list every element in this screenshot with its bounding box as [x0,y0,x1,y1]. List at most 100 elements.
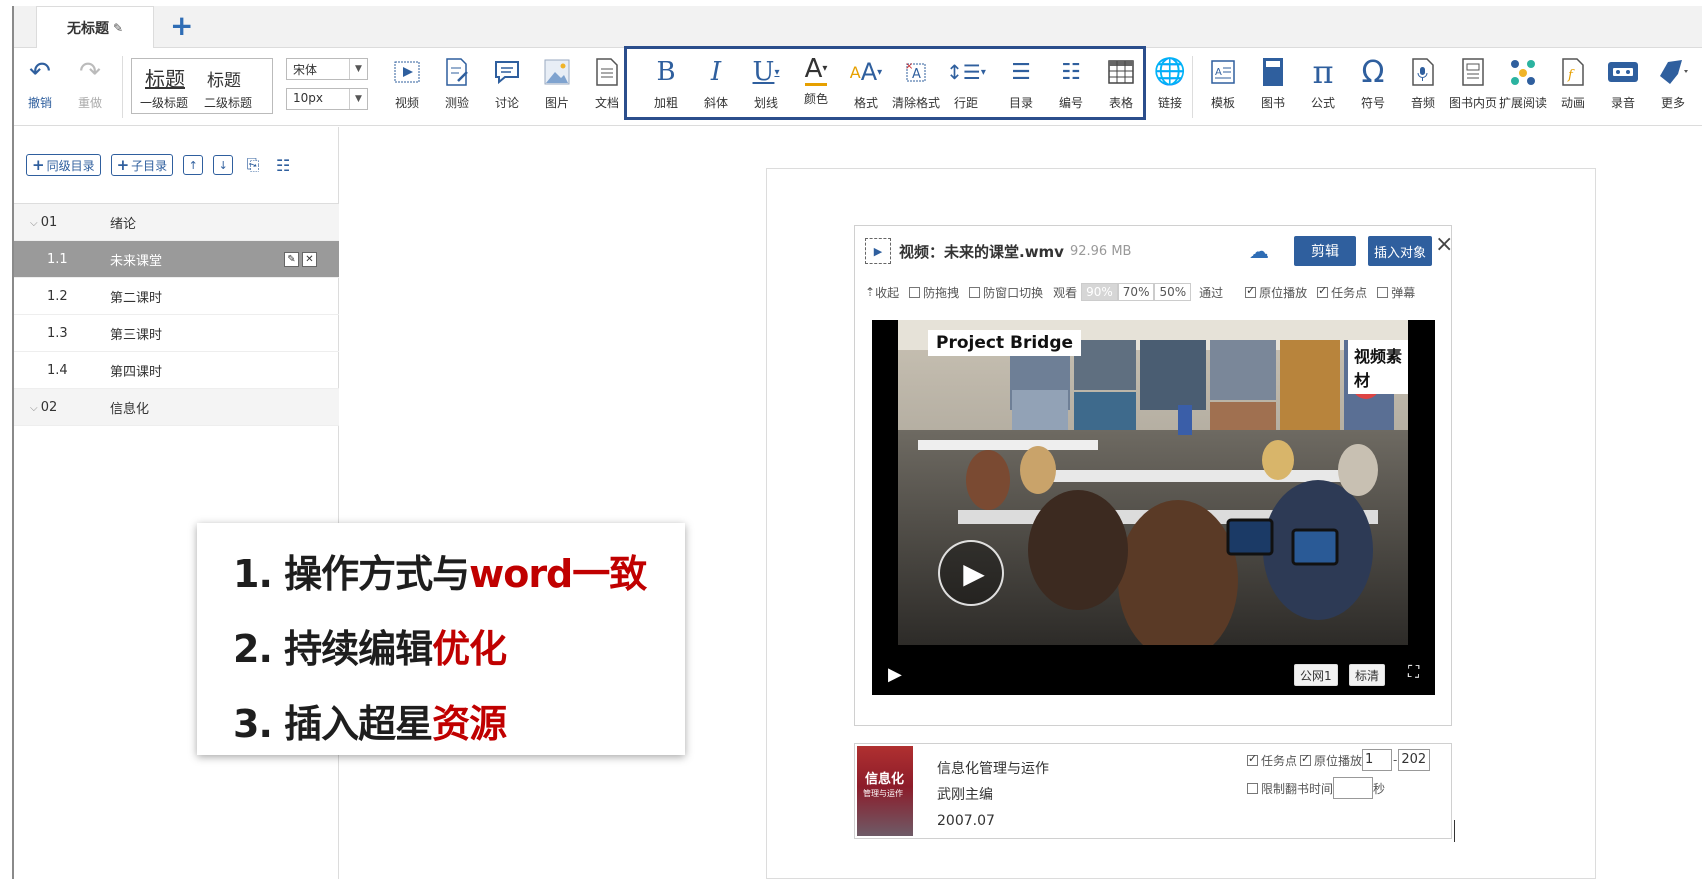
callout-line-1: 1. 操作方式与word一致 [233,552,647,596]
tab-title: 无标题 [66,21,109,37]
font-size-select[interactable]: 10px ▼ [286,88,368,110]
network-select[interactable]: 公网1 [1294,664,1338,686]
undo-label: 撤销 [27,96,52,110]
video-object[interactable]: ▶ 视频：未来的课堂.wmv 92.96 MB ☁ 剪辑 插入对象 × ⇡ 收起 … [854,225,1453,726]
video-player[interactable]: Project Bridge 视频素材 ▶ ▶ 公网1 标清 ⛶ [872,320,1435,695]
page-from-input[interactable]: 1 [1362,749,1393,771]
move-down-button[interactable]: ↓ [213,155,234,175]
redo-button[interactable]: ↷ 重做 [64,54,116,111]
checkbox[interactable] [1300,752,1312,766]
checkbox[interactable] [1245,284,1257,298]
bullet-list-button[interactable]: ☰ 目录 [995,54,1047,111]
outline-button[interactable]: ☷ [273,155,293,175]
heading1-button[interactable]: 标题 [145,63,185,92]
audio-button[interactable]: 音频 [1397,54,1449,111]
page-to-input[interactable]: 202 [1398,749,1431,771]
checkbox[interactable] [1247,752,1258,766]
add-child-button[interactable]: + 子目录 [110,154,174,176]
book-page-button[interactable]: 图书内页 [1447,54,1499,111]
outline-item[interactable]: 1.4 第四课时 [14,352,339,389]
outline-item[interactable]: 1.2 第二课时 [14,278,339,315]
link-button[interactable]: 🌐 链接 [1144,54,1196,111]
checkbox[interactable] [1247,782,1258,794]
outline-chapter[interactable]: ⌵ 02 信息化 [14,389,339,426]
clear-format-icon: A × [903,54,929,90]
video-button[interactable]: 视频 [381,54,433,111]
insert-object-button[interactable]: 插入对象 [1368,236,1432,266]
symbol-button[interactable]: Ω 符号 [1347,54,1399,111]
numbered-list-button[interactable]: ☷ 编号 [1045,54,1097,111]
add-sibling-button[interactable]: + 同级目录 [26,154,101,176]
outline-chapter[interactable]: ⌵ 01 绪论 [14,204,339,241]
outline-item-active[interactable]: 1.1 未来课堂 ✎ ✕ [14,241,339,278]
outline-item[interactable]: 1.3 第三课时 [14,315,339,352]
tool-label: 格式 [853,96,878,110]
tab-document[interactable]: 无标题 ✎ [36,6,154,49]
bold-icon: B [656,57,676,87]
delete-icon[interactable]: ✕ [302,251,317,267]
quiz-button[interactable]: 测验 [431,54,483,111]
watch-90-option[interactable]: 90% [1081,283,1118,301]
chevron-down-icon: ▼ [349,89,367,109]
cloud-icon[interactable]: ☁ [1249,239,1269,263]
undo-icon: ↶ [29,57,51,87]
extended-reading-button[interactable]: 扩展阅读 [1497,54,1549,111]
task-point-checkbox[interactable]: 任务点 [1317,284,1367,301]
fullscreen-icon[interactable]: ⛶ [1408,662,1419,682]
pencil-icon[interactable]: ✎ [284,251,299,267]
tool-label: 目录 [1008,96,1033,110]
italic-button[interactable]: I 斜体 [690,54,742,111]
quality-select[interactable]: 标清 [1349,664,1386,686]
line-spacing-button[interactable]: ↕☰ ▾ 行距 [940,54,992,111]
import-button[interactable]: ⎘ [243,155,263,175]
anti-drag-checkbox[interactable]: 防拖拽 [909,284,959,301]
clip-button[interactable]: 剪辑 [1294,236,1356,266]
formula-icon: π [1312,53,1334,91]
svg-text:×: × [905,61,913,72]
clear-format-button[interactable]: A × 清除格式 [890,54,942,111]
undo-button[interactable]: ↶ 撤销 [14,54,66,111]
formula-button[interactable]: π 公式 [1297,53,1349,111]
animation-icon: f [1561,54,1585,90]
book-options-row: 限制翻书时间 秒 [1247,776,1447,800]
close-icon[interactable]: × [1435,232,1453,257]
pencil-icon[interactable]: ✎ [113,21,123,35]
bold-button[interactable]: B 加粗 [640,54,692,111]
checkbox[interactable] [1317,284,1329,298]
image-button[interactable]: 图片 [531,54,583,111]
line-spacing-icon: ↕☰ ▾ [946,60,986,84]
document-button[interactable]: 文档 [581,54,633,111]
checkbox[interactable] [1377,286,1389,298]
checkbox[interactable] [969,286,981,298]
limit-time-input[interactable] [1333,777,1374,799]
template-button[interactable]: A 模板 [1197,54,1249,111]
tool-label: 清除格式 [891,96,940,110]
tool-label: 文档 [594,96,619,110]
big-play-icon[interactable]: ▶ [938,540,1004,606]
font-format-button[interactable]: A A ▾ 格式 [840,54,892,111]
tool-label: 符号 [1360,96,1385,110]
danmaku-checkbox[interactable]: 弹幕 [1377,284,1415,301]
watch-70-option[interactable]: 70% [1117,283,1155,301]
underline-button[interactable]: U ▾ 划线 [740,54,792,111]
outline-title: 未来课堂 [110,253,163,269]
font-family-select[interactable]: 宋体 ▼ [286,58,368,80]
book-object[interactable]: 信息化 管理与运作 信息化管理与运作 武刚主编 2007.07 任务点 原位播放… [854,743,1452,839]
anti-switch-checkbox[interactable]: 防窗口切换 [969,284,1043,301]
inplace-checkbox[interactable]: 原位播放 [1245,284,1307,301]
collapse-toggle[interactable]: ⇡ 收起 [865,284,899,301]
heading2-button[interactable]: 标题 [207,66,241,91]
more-button[interactable]: 更多 [1647,54,1699,111]
font-color-button[interactable]: A ▾ 颜色 [790,54,842,107]
add-tab-button[interactable]: + [170,12,193,40]
discussion-button[interactable]: 讨论 [481,54,533,111]
recording-button[interactable]: 录音 [1597,54,1649,111]
watch-50-option[interactable]: 50% [1154,283,1192,301]
checkbox[interactable] [909,286,921,298]
tool-label: 测验 [444,96,469,110]
book-button[interactable]: 图书 [1247,54,1299,111]
play-icon[interactable]: ▶ [888,664,902,685]
animation-button[interactable]: f 动画 [1547,54,1599,111]
move-up-button[interactable]: ↑ [183,155,204,175]
table-button[interactable]: 表格 [1095,54,1147,111]
